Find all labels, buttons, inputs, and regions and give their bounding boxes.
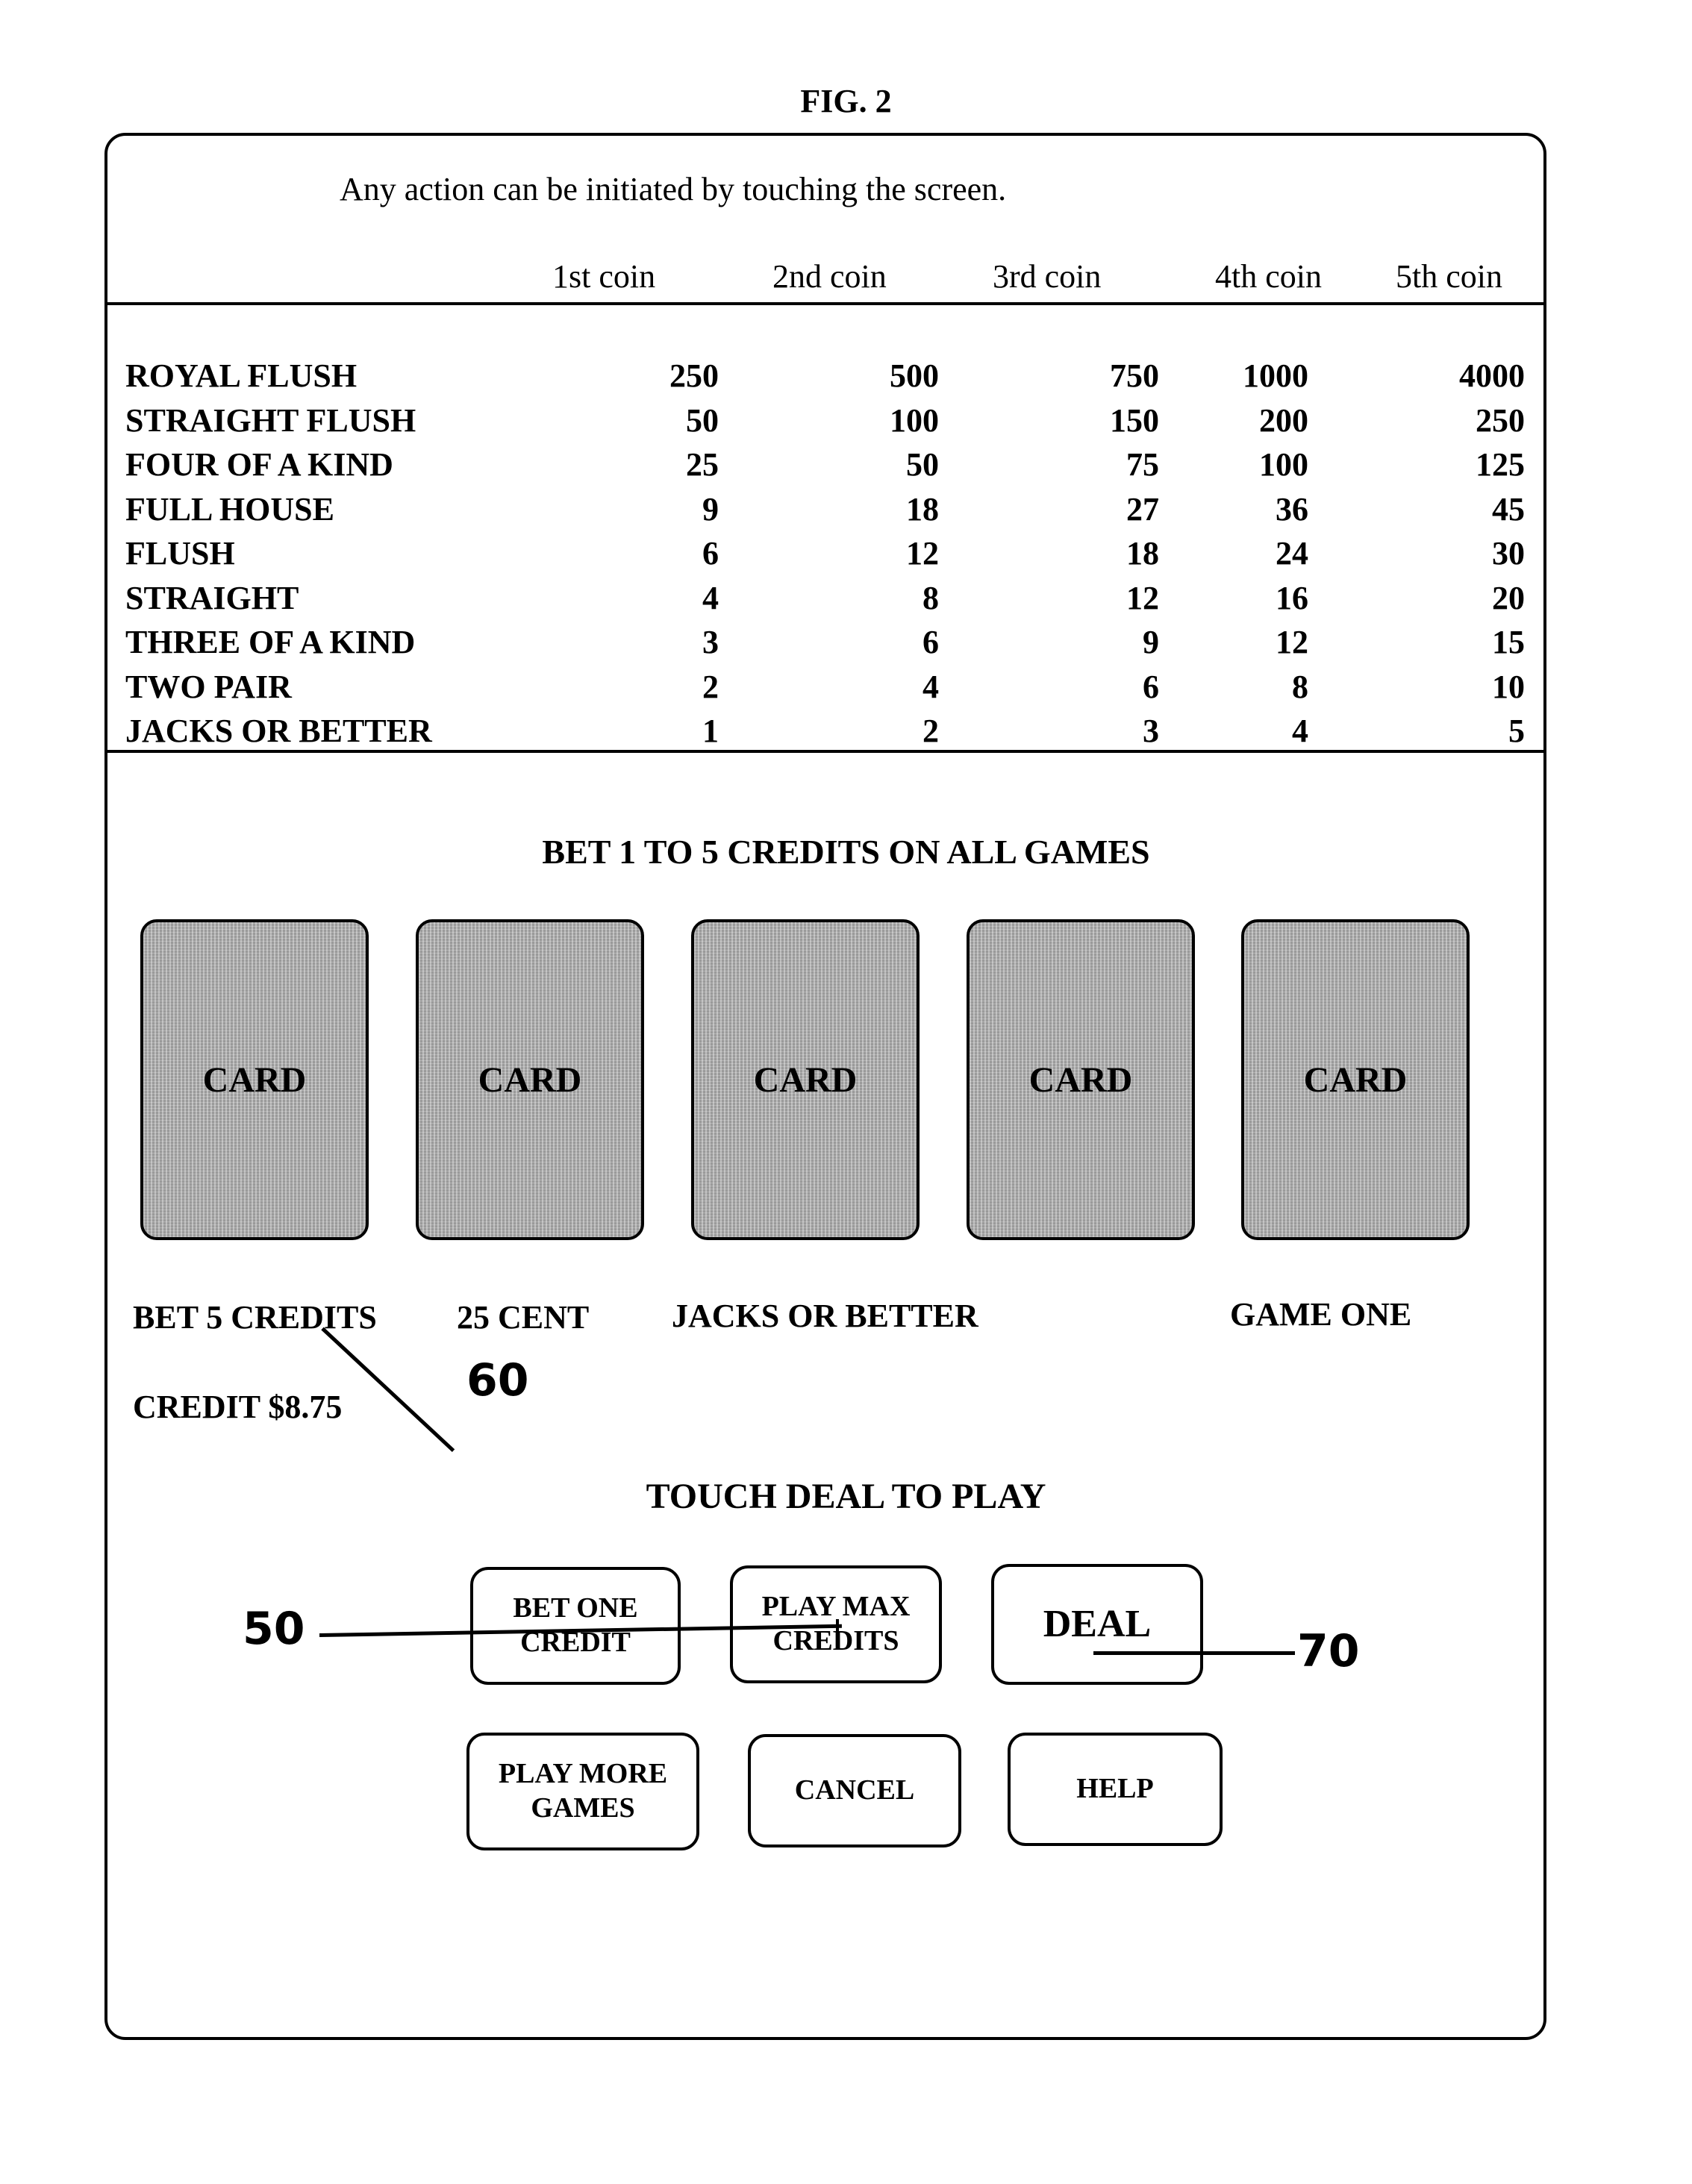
leader-line-70 — [1093, 1651, 1295, 1655]
payout-cell: 5 — [1508, 713, 1525, 749]
payout-cell: 2 — [702, 668, 719, 705]
payout-cell: 36 — [1276, 490, 1308, 528]
payout-cell: 9 — [1143, 624, 1159, 660]
card-label: CARD — [753, 1060, 858, 1100]
paytable-row: TWO PAIR 2 4 6 8 10 — [125, 668, 1529, 711]
column-header-2nd-coin: 2nd coin — [772, 258, 887, 295]
payout-cell: 1 — [702, 713, 719, 749]
paytable-row: FULL HOUSE 9 18 27 36 45 — [125, 490, 1529, 534]
card-slot-5[interactable]: CARD — [1241, 919, 1470, 1240]
game-name-display: GAME ONE — [1230, 1296, 1412, 1333]
touch-instruction: Any action can be initiated by touching … — [340, 171, 1007, 207]
card-slot-3[interactable]: CARD — [691, 919, 920, 1240]
payout-cell: 3 — [702, 624, 719, 660]
hand-name: TWO PAIR — [125, 668, 292, 705]
payout-cell: 6 — [923, 624, 939, 660]
payout-cell: 4 — [923, 668, 939, 705]
payout-cell: 250 — [1476, 401, 1525, 439]
denomination-display: 25 CENT — [457, 1299, 590, 1336]
payout-cell: 45 — [1492, 490, 1525, 528]
payout-cell: 4000 — [1459, 357, 1525, 394]
payout-cell: 6 — [702, 535, 719, 572]
payout-cell: 6 — [1143, 668, 1159, 705]
payout-cell: 750 — [1110, 357, 1159, 394]
card-label: CARD — [202, 1060, 307, 1100]
payout-cell: 4 — [1292, 713, 1308, 749]
figure-title: FIG. 2 — [800, 83, 892, 119]
hand-name: STRAIGHT — [125, 579, 299, 616]
paytable-row: STRAIGHT 4 8 12 16 20 — [125, 579, 1529, 622]
payout-cell: 18 — [1126, 535, 1159, 572]
hand-name: JACKS OR BETTER — [125, 713, 432, 749]
payout-cell: 4 — [702, 579, 719, 616]
deal-button[interactable]: DEAL — [991, 1564, 1203, 1685]
game-type-display: JACKS OR BETTER — [672, 1298, 978, 1334]
payout-cell: 20 — [1492, 579, 1525, 616]
payout-cell: 3 — [1143, 713, 1159, 749]
hand-name: ROYAL FLUSH — [125, 357, 358, 394]
payout-cell: 200 — [1259, 401, 1308, 439]
hand-name: STRAIGHT FLUSH — [125, 401, 416, 439]
paytable-row: THREE OF A KIND 3 6 9 12 15 — [125, 623, 1529, 666]
payout-cell: 12 — [1126, 579, 1159, 616]
card-label: CARD — [1028, 1060, 1133, 1100]
payout-cell: 10 — [1492, 668, 1525, 705]
hand-name: FLUSH — [125, 535, 235, 572]
leader-line-50-tick — [836, 1619, 839, 1636]
payout-cell: 30 — [1492, 535, 1525, 572]
paytable-row: ROYAL FLUSH 250 500 750 1000 4000 — [125, 357, 1529, 400]
payout-cell: 16 — [1276, 579, 1308, 616]
column-header-3rd-coin: 3rd coin — [993, 258, 1102, 295]
paytable-bottom-divider — [104, 750, 1546, 753]
payout-cell: 1000 — [1243, 357, 1308, 394]
reference-numeral-60: 60 — [466, 1354, 529, 1407]
payout-cell: 12 — [1276, 624, 1308, 660]
help-button[interactable]: HELP — [1008, 1733, 1223, 1846]
play-more-games-button[interactable]: PLAY MORE GAMES — [466, 1733, 699, 1850]
reference-numeral-70: 70 — [1297, 1625, 1360, 1677]
payout-cell: 50 — [686, 401, 719, 439]
paytable-row: STRAIGHT FLUSH 50 100 150 200 250 — [125, 401, 1529, 445]
payout-cell: 18 — [906, 490, 939, 528]
payout-cell: 27 — [1126, 490, 1159, 528]
payout-cell: 9 — [702, 490, 719, 528]
card-label: CARD — [478, 1060, 582, 1100]
payout-cell: 250 — [669, 357, 719, 394]
column-header-4th-coin: 4th coin — [1215, 258, 1322, 295]
payout-cell: 75 — [1126, 446, 1159, 483]
payout-cell: 8 — [1292, 668, 1308, 705]
card-slot-4[interactable]: CARD — [967, 919, 1195, 1240]
payout-cell: 8 — [923, 579, 939, 616]
paytable-row: FOUR OF A KIND 25 50 75 100 125 — [125, 445, 1529, 489]
paytable-row: FLUSH 6 12 18 24 30 — [125, 534, 1529, 578]
bet-one-credit-button[interactable]: BET ONE CREDIT — [470, 1567, 681, 1685]
payout-cell: 12 — [906, 535, 939, 572]
card-slot-2[interactable]: CARD — [416, 919, 644, 1240]
payout-cell: 15 — [1492, 624, 1525, 660]
reference-numeral-50: 50 — [243, 1603, 305, 1655]
bet-amount-display: BET 5 CREDITS — [133, 1299, 377, 1336]
cancel-button[interactable]: CANCEL — [748, 1734, 961, 1847]
payout-cell: 500 — [890, 357, 939, 394]
payout-cell: 125 — [1476, 446, 1525, 483]
column-header-1st-coin: 1st coin — [552, 258, 656, 295]
payout-cell: 150 — [1110, 401, 1159, 439]
payout-cell: 100 — [890, 401, 939, 439]
paytable-row: JACKS OR BETTER 1 2 3 4 5 — [125, 712, 1529, 755]
bet-range-banner: BET 1 TO 5 CREDITS ON ALL GAMES — [542, 833, 1150, 871]
payout-cell: 50 — [906, 446, 939, 483]
payout-cell: 25 — [686, 446, 719, 483]
paytable-top-divider — [104, 302, 1546, 305]
payout-cell: 2 — [923, 713, 939, 749]
card-label: CARD — [1303, 1060, 1408, 1100]
deal-prompt: TOUCH DEAL TO PLAY — [646, 1477, 1046, 1516]
hand-name: FULL HOUSE — [125, 490, 334, 528]
column-header-5th-coin: 5th coin — [1396, 258, 1502, 295]
hand-name: THREE OF A KIND — [125, 624, 416, 660]
payout-cell: 24 — [1276, 535, 1308, 572]
payout-cell: 100 — [1259, 446, 1308, 483]
card-slot-1[interactable]: CARD — [140, 919, 369, 1240]
credit-meter: CREDIT $8.75 — [133, 1389, 343, 1425]
hand-name: FOUR OF A KIND — [125, 446, 393, 483]
